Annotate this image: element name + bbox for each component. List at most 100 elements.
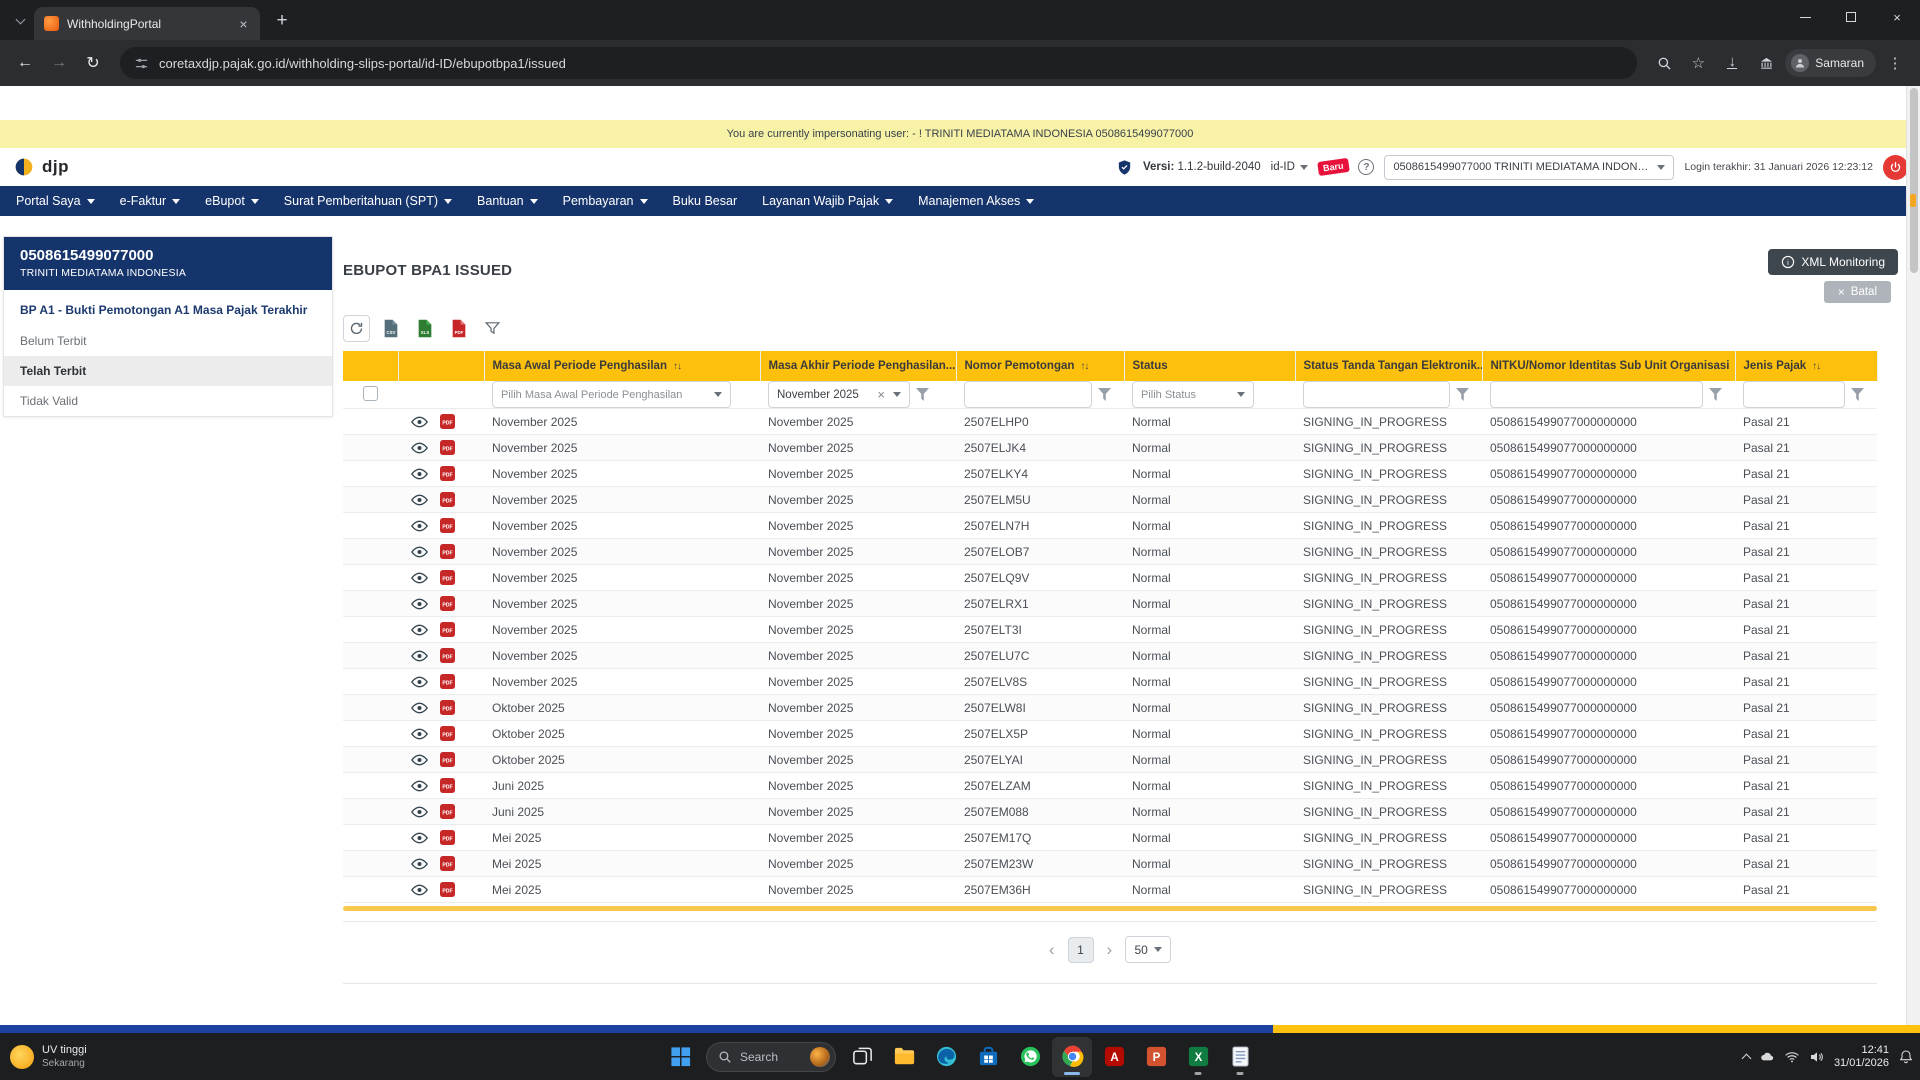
notification-bell-icon[interactable] (1898, 1049, 1914, 1065)
download-pdf-icon[interactable]: PDF (440, 856, 455, 871)
taskbar-search-box[interactable]: Search (706, 1042, 836, 1072)
current-page-button[interactable]: 1 (1068, 937, 1094, 963)
taskbar-clock[interactable]: 12:41 31/01/2026 (1834, 1044, 1889, 1070)
new-tab-button[interactable]: + (268, 7, 296, 35)
vertical-scrollbar[interactable] (1906, 86, 1920, 1025)
download-pdf-icon[interactable]: PDF (440, 648, 455, 663)
browser-profile-chip[interactable]: Samaran (1785, 49, 1876, 77)
nav-item[interactable]: e-Faktur (120, 194, 181, 208)
download-pdf-icon[interactable]: PDF (440, 726, 455, 741)
download-pdf-icon[interactable]: PDF (440, 440, 455, 455)
filter-funnel-icon[interactable] (1456, 388, 1469, 401)
download-pdf-icon[interactable]: PDF (440, 492, 455, 507)
sort-icon[interactable]: ↑↓ (1080, 361, 1088, 372)
bookmark-star-icon[interactable]: ☆ (1683, 48, 1713, 78)
export-xls-button[interactable]: XLS (411, 315, 438, 342)
nitku-filter-input[interactable] (1490, 381, 1703, 408)
filter-funnel-icon[interactable] (1709, 388, 1722, 401)
download-pdf-icon[interactable]: PDF (440, 674, 455, 689)
forward-button[interactable]: → (44, 48, 74, 78)
site-settings-icon[interactable] (134, 56, 149, 71)
explorer-icon[interactable] (884, 1037, 924, 1077)
weather-widget[interactable]: UV tinggi Sekarang (10, 1044, 87, 1070)
ttd-status-filter-input[interactable] (1303, 381, 1450, 408)
download-pdf-icon[interactable]: PDF (440, 544, 455, 559)
view-detail-icon[interactable] (411, 754, 428, 766)
taskview-icon[interactable] (842, 1037, 882, 1077)
window-close-button[interactable]: × (1874, 0, 1920, 34)
view-detail-icon[interactable] (411, 780, 428, 792)
view-detail-icon[interactable] (411, 702, 428, 714)
tray-chevron-icon[interactable] (1741, 1054, 1751, 1064)
downloads-icon[interactable]: ↓ (1717, 48, 1747, 78)
start-icon[interactable] (660, 1037, 700, 1077)
nav-item[interactable]: eBupot (205, 194, 259, 208)
nomor-pemotongan-filter-input[interactable] (964, 381, 1092, 408)
whatsapp-icon[interactable] (1010, 1037, 1050, 1077)
column-header-masa_awal[interactable]: Masa Awal Periode Penghasilan↑↓ (484, 351, 760, 381)
export-pdf-button[interactable]: PDF (445, 315, 472, 342)
masa-awal-filter-select[interactable]: Pilih Masa Awal Periode Penghasilan (492, 381, 731, 408)
filter-funnel-icon[interactable] (1098, 388, 1111, 401)
volume-icon[interactable] (1809, 1049, 1825, 1065)
download-pdf-icon[interactable]: PDF (440, 778, 455, 793)
network-icon[interactable] (1784, 1049, 1800, 1065)
select-all-checkbox[interactable] (363, 386, 378, 401)
download-pdf-icon[interactable]: PDF (440, 804, 455, 819)
sort-icon[interactable]: ↑↓ (1812, 361, 1820, 372)
prev-page-icon[interactable]: ‹ (1049, 941, 1055, 958)
nav-item[interactable]: Manajemen Akses (918, 194, 1034, 208)
download-pdf-icon[interactable]: PDF (440, 830, 455, 845)
view-detail-icon[interactable] (411, 416, 428, 428)
view-detail-icon[interactable] (411, 650, 428, 662)
nav-item[interactable]: Layanan Wajib Pajak (762, 194, 893, 208)
nav-item[interactable]: Surat Pemberitahuan (SPT) (284, 194, 452, 208)
download-pdf-icon[interactable]: PDF (440, 882, 455, 897)
url-bar[interactable]: coretaxdjp.pajak.go.id/withholding-slips… (120, 47, 1637, 79)
tab-close-icon[interactable]: × (235, 15, 252, 32)
column-header-nitku[interactable]: NITKU/Nomor Identitas Sub Unit Organisas… (1482, 351, 1735, 381)
logout-button[interactable] (1883, 155, 1908, 180)
store-icon[interactable] (968, 1037, 1008, 1077)
excel-icon[interactable]: X (1178, 1037, 1218, 1077)
xml-monitoring-button[interactable]: i XML Monitoring (1768, 249, 1898, 275)
help-icon[interactable]: ? (1358, 159, 1374, 175)
edge-icon[interactable] (926, 1037, 966, 1077)
window-minimize-button[interactable] (1782, 0, 1828, 34)
view-detail-icon[interactable] (411, 728, 428, 740)
browser-menu-icon[interactable]: ⋮ (1880, 48, 1910, 78)
view-detail-icon[interactable] (411, 546, 428, 558)
nav-item[interactable]: Pembayaran (563, 194, 648, 208)
window-maximize-button[interactable] (1828, 0, 1874, 34)
view-detail-icon[interactable] (411, 832, 428, 844)
view-detail-icon[interactable] (411, 520, 428, 532)
browser-tab[interactable]: WithholdingPortal × (34, 7, 260, 40)
passwords-icon[interactable] (1751, 48, 1781, 78)
sidebar-item[interactable]: Tidak Valid (4, 386, 332, 416)
table-horizontal-scrollbar[interactable] (343, 906, 1877, 911)
view-detail-icon[interactable] (411, 494, 428, 506)
download-pdf-icon[interactable]: PDF (440, 570, 455, 585)
scrollbar-thumb[interactable] (1910, 88, 1918, 273)
view-detail-icon[interactable] (411, 468, 428, 480)
chrome-icon[interactable] (1052, 1037, 1092, 1077)
next-page-icon[interactable]: › (1107, 941, 1113, 958)
nav-item[interactable]: Portal Saya (16, 194, 95, 208)
refresh-button[interactable] (343, 315, 370, 342)
filter-funnel-icon[interactable] (1851, 388, 1864, 401)
column-header-nomor[interactable]: Nomor Pemotongan↑↓ (956, 351, 1124, 381)
download-pdf-icon[interactable]: PDF (440, 596, 455, 611)
download-pdf-icon[interactable]: PDF (440, 700, 455, 715)
page-size-select[interactable]: 50 (1125, 936, 1171, 963)
download-pdf-icon[interactable]: PDF (440, 518, 455, 533)
back-button[interactable]: ← (10, 48, 40, 78)
search-highlight-icon[interactable] (810, 1047, 830, 1067)
status-filter-select[interactable]: Pilih Status (1132, 381, 1254, 408)
view-detail-icon[interactable] (411, 676, 428, 688)
batal-button[interactable]: × Batal (1824, 281, 1891, 303)
sidebar-item[interactable]: Belum Terbit (4, 326, 332, 356)
sort-icon[interactable]: ↑↓ (673, 361, 681, 372)
notepad-icon[interactable] (1220, 1037, 1260, 1077)
sidebar-item[interactable]: Telah Terbit (4, 356, 332, 386)
view-detail-icon[interactable] (411, 442, 428, 454)
